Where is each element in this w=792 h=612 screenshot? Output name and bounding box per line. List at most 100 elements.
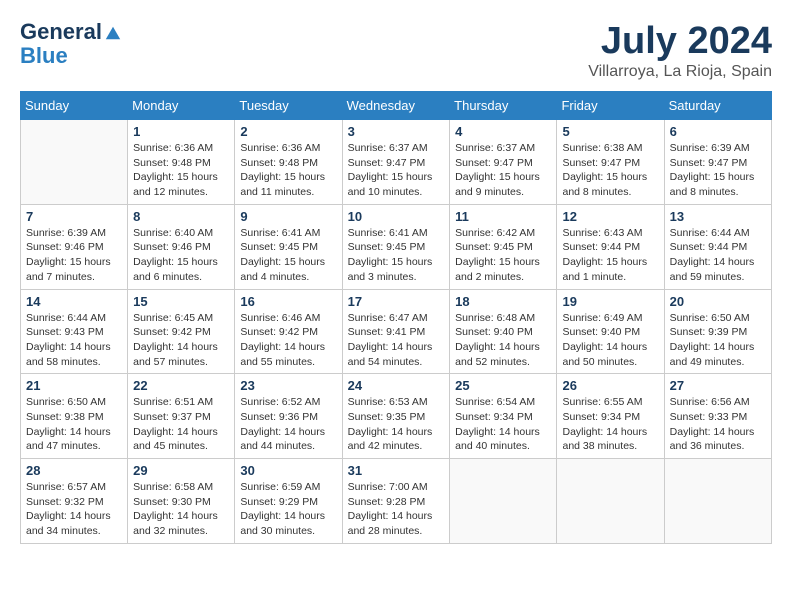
title-block: July 2024 Villarroya, La Rioja, Spain: [588, 20, 772, 81]
day-header-tuesday: Tuesday: [235, 92, 342, 120]
day-number: 24: [348, 378, 445, 393]
day-header-saturday: Saturday: [664, 92, 771, 120]
cell-info: Sunrise: 6:38 AMSunset: 9:47 PMDaylight:…: [562, 141, 658, 200]
calendar-cell: 15 Sunrise: 6:45 AMSunset: 9:42 PMDayligh…: [128, 289, 235, 374]
calendar-cell: 28 Sunrise: 6:57 AMSunset: 9:32 PMDayligh…: [21, 459, 128, 544]
day-number: 3: [348, 124, 445, 139]
calendar-cell: 6 Sunrise: 6:39 AMSunset: 9:47 PMDaylight…: [664, 120, 771, 205]
calendar-cell: 31 Sunrise: 7:00 AMSunset: 9:28 PMDayligh…: [342, 459, 450, 544]
day-header-monday: Monday: [128, 92, 235, 120]
day-number: 1: [133, 124, 229, 139]
calendar-cell: 27 Sunrise: 6:56 AMSunset: 9:33 PMDayligh…: [664, 374, 771, 459]
calendar-cell: 17 Sunrise: 6:47 AMSunset: 9:41 PMDayligh…: [342, 289, 450, 374]
cell-info: Sunrise: 6:59 AMSunset: 9:29 PMDaylight:…: [240, 480, 336, 539]
day-number: 15: [133, 294, 229, 309]
day-header-thursday: Thursday: [450, 92, 557, 120]
calendar-cell: [21, 120, 128, 205]
day-number: 20: [670, 294, 766, 309]
day-number: 17: [348, 294, 445, 309]
cell-info: Sunrise: 6:40 AMSunset: 9:46 PMDaylight:…: [133, 226, 229, 285]
cell-info: Sunrise: 6:49 AMSunset: 9:40 PMDaylight:…: [562, 311, 658, 370]
cell-info: Sunrise: 6:44 AMSunset: 9:43 PMDaylight:…: [26, 311, 122, 370]
calendar-cell: 5 Sunrise: 6:38 AMSunset: 9:47 PMDaylight…: [557, 120, 664, 205]
cell-info: Sunrise: 6:45 AMSunset: 9:42 PMDaylight:…: [133, 311, 229, 370]
day-number: 27: [670, 378, 766, 393]
day-number: 25: [455, 378, 551, 393]
cell-info: Sunrise: 6:39 AMSunset: 9:47 PMDaylight:…: [670, 141, 766, 200]
cell-info: Sunrise: 6:54 AMSunset: 9:34 PMDaylight:…: [455, 395, 551, 454]
calendar-cell: 18 Sunrise: 6:48 AMSunset: 9:40 PMDayligh…: [450, 289, 557, 374]
day-number: 2: [240, 124, 336, 139]
cell-info: Sunrise: 6:57 AMSunset: 9:32 PMDaylight:…: [26, 480, 122, 539]
calendar-cell: [664, 459, 771, 544]
cell-info: Sunrise: 6:56 AMSunset: 9:33 PMDaylight:…: [670, 395, 766, 454]
calendar-cell: 9 Sunrise: 6:41 AMSunset: 9:45 PMDaylight…: [235, 204, 342, 289]
day-number: 11: [455, 209, 551, 224]
day-number: 26: [562, 378, 658, 393]
day-number: 6: [670, 124, 766, 139]
day-number: 4: [455, 124, 551, 139]
calendar-week-row: 7Sunrise: 6:39 AMSunset: 9:46 PMDaylight…: [21, 204, 772, 289]
calendar-cell: [450, 459, 557, 544]
day-header-sunday: Sunday: [21, 92, 128, 120]
cell-info: Sunrise: 6:46 AMSunset: 9:42 PMDaylight:…: [240, 311, 336, 370]
day-number: 10: [348, 209, 445, 224]
calendar-week-row: 21 Sunrise: 6:50 AMSunset: 9:38 PMDayligh…: [21, 374, 772, 459]
cell-info: Sunrise: 6:36 AMSunset: 9:48 PMDaylight:…: [240, 141, 336, 200]
calendar-cell: 4 Sunrise: 6:37 AMSunset: 9:47 PMDaylight…: [450, 120, 557, 205]
calendar-week-row: 28 Sunrise: 6:57 AMSunset: 9:32 PMDayligh…: [21, 459, 772, 544]
cell-info: Sunrise: 6:43 AMSunset: 9:44 PMDaylight:…: [562, 226, 658, 285]
cell-info: Sunrise: 6:36 AMSunset: 9:48 PMDaylight:…: [133, 141, 229, 200]
cell-info: Sunrise: 6:39 AMSunset: 9:46 PMDaylight:…: [26, 226, 122, 285]
calendar-cell: 12Sunrise: 6:43 AMSunset: 9:44 PMDayligh…: [557, 204, 664, 289]
day-header-wednesday: Wednesday: [342, 92, 450, 120]
calendar-cell: 23Sunrise: 6:52 AMSunset: 9:36 PMDayligh…: [235, 374, 342, 459]
calendar-cell: 30Sunrise: 6:59 AMSunset: 9:29 PMDayligh…: [235, 459, 342, 544]
calendar-cell: 22Sunrise: 6:51 AMSunset: 9:37 PMDayligh…: [128, 374, 235, 459]
day-number: 31: [348, 463, 445, 478]
cell-info: Sunrise: 6:41 AMSunset: 9:45 PMDaylight:…: [240, 226, 336, 285]
calendar-cell: 11Sunrise: 6:42 AMSunset: 9:45 PMDayligh…: [450, 204, 557, 289]
day-number: 28: [26, 463, 122, 478]
day-number: 9: [240, 209, 336, 224]
cell-info: Sunrise: 6:50 AMSunset: 9:39 PMDaylight:…: [670, 311, 766, 370]
cell-info: Sunrise: 6:52 AMSunset: 9:36 PMDaylight:…: [240, 395, 336, 454]
day-number: 13: [670, 209, 766, 224]
cell-info: Sunrise: 6:48 AMSunset: 9:40 PMDaylight:…: [455, 311, 551, 370]
cell-info: Sunrise: 6:55 AMSunset: 9:34 PMDaylight:…: [562, 395, 658, 454]
location-subtitle: Villarroya, La Rioja, Spain: [588, 63, 772, 81]
day-number: 5: [562, 124, 658, 139]
cell-info: Sunrise: 6:58 AMSunset: 9:30 PMDaylight:…: [133, 480, 229, 539]
day-number: 14: [26, 294, 122, 309]
page-header: General Blue July 2024 Villarroya, La Ri…: [20, 20, 772, 81]
cell-info: Sunrise: 6:50 AMSunset: 9:38 PMDaylight:…: [26, 395, 122, 454]
day-number: 21: [26, 378, 122, 393]
cell-info: Sunrise: 6:37 AMSunset: 9:47 PMDaylight:…: [348, 141, 445, 200]
cell-info: Sunrise: 7:00 AMSunset: 9:28 PMDaylight:…: [348, 480, 445, 539]
calendar-header-row: SundayMondayTuesdayWednesdayThursdayFrid…: [21, 92, 772, 120]
calendar-cell: 24 Sunrise: 6:53 AMSunset: 9:35 PMDayligh…: [342, 374, 450, 459]
calendar-table: SundayMondayTuesdayWednesdayThursdayFrid…: [20, 91, 772, 544]
day-number: 16: [240, 294, 336, 309]
calendar-cell: 10 Sunrise: 6:41 AMSunset: 9:45 PMDayligh…: [342, 204, 450, 289]
calendar-cell: 3 Sunrise: 6:37 AMSunset: 9:47 PMDaylight…: [342, 120, 450, 205]
day-number: 19: [562, 294, 658, 309]
cell-info: Sunrise: 6:44 AMSunset: 9:44 PMDaylight:…: [670, 226, 766, 285]
calendar-cell: 25 Sunrise: 6:54 AMSunset: 9:34 PMDayligh…: [450, 374, 557, 459]
calendar-cell: 21 Sunrise: 6:50 AMSunset: 9:38 PMDayligh…: [21, 374, 128, 459]
day-number: 18: [455, 294, 551, 309]
cell-info: Sunrise: 6:37 AMSunset: 9:47 PMDaylight:…: [455, 141, 551, 200]
cell-info: Sunrise: 6:41 AMSunset: 9:45 PMDaylight:…: [348, 226, 445, 285]
month-year-title: July 2024: [588, 20, 772, 63]
cell-info: Sunrise: 6:47 AMSunset: 9:41 PMDaylight:…: [348, 311, 445, 370]
calendar-cell: 16 Sunrise: 6:46 AMSunset: 9:42 PMDayligh…: [235, 289, 342, 374]
calendar-cell: 14 Sunrise: 6:44 AMSunset: 9:43 PMDayligh…: [21, 289, 128, 374]
calendar-cell: 19 Sunrise: 6:49 AMSunset: 9:40 PMDayligh…: [557, 289, 664, 374]
cell-info: Sunrise: 6:53 AMSunset: 9:35 PMDaylight:…: [348, 395, 445, 454]
calendar-cell: 2 Sunrise: 6:36 AMSunset: 9:48 PMDaylight…: [235, 120, 342, 205]
calendar-cell: [557, 459, 664, 544]
calendar-cell: 29Sunrise: 6:58 AMSunset: 9:30 PMDayligh…: [128, 459, 235, 544]
calendar-cell: 26 Sunrise: 6:55 AMSunset: 9:34 PMDayligh…: [557, 374, 664, 459]
calendar-cell: 13 Sunrise: 6:44 AMSunset: 9:44 PMDayligh…: [664, 204, 771, 289]
logo-text: General Blue: [20, 20, 122, 68]
